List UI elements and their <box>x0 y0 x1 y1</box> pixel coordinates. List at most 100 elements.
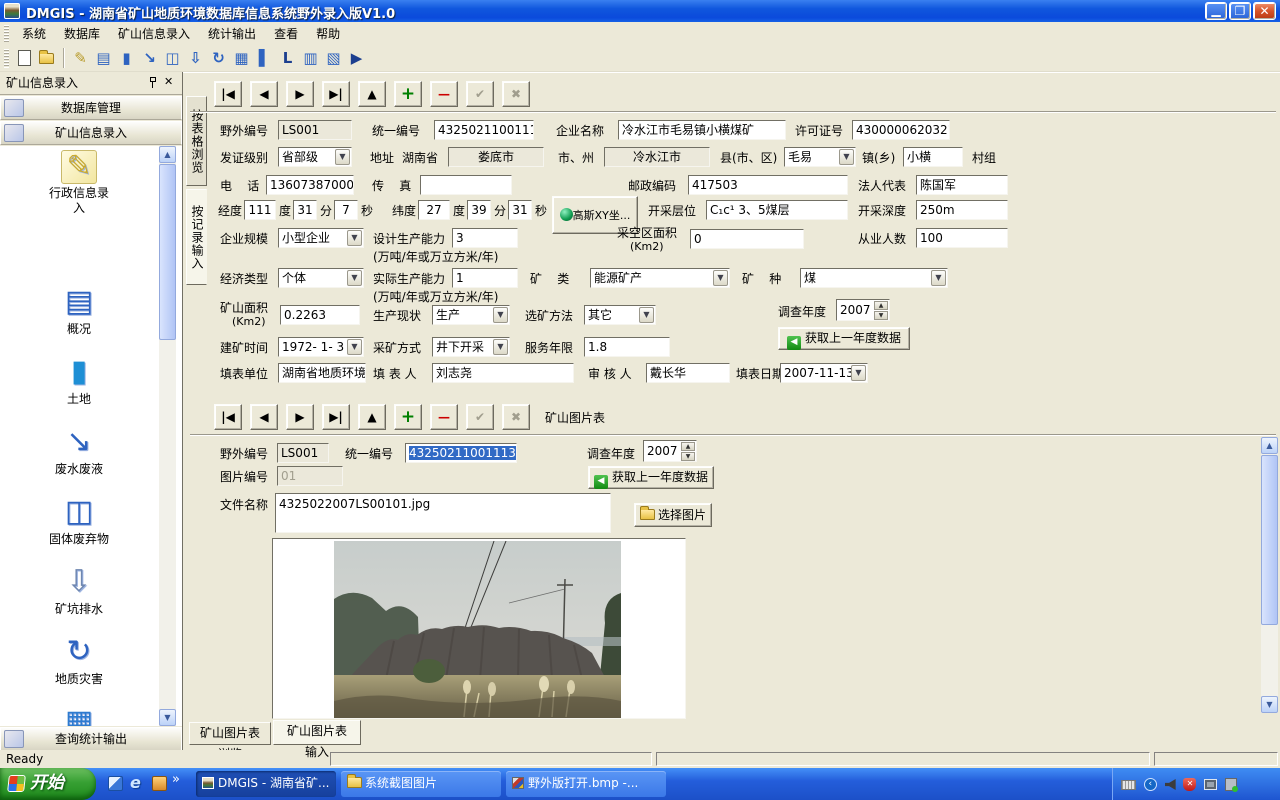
nav1-last-button[interactable]: ▶| <box>322 81 350 107</box>
mining-depth-input[interactable]: 250m <box>916 200 1008 220</box>
menu-view[interactable]: 查看 <box>265 23 307 44</box>
pin-icon[interactable] <box>148 76 158 88</box>
sidebar-close-icon[interactable]: ✕ <box>164 75 173 88</box>
production-status-dropdown[interactable]: 生产▼ <box>432 305 510 325</box>
scroll-thumb[interactable] <box>159 164 176 340</box>
prefecture-input[interactable]: 冷水江市 <box>604 147 710 167</box>
overview-icon[interactable]: ▤ <box>93 47 114 69</box>
menu-help[interactable]: 帮助 <box>307 23 349 44</box>
mine-area-input[interactable]: 0.2263 <box>280 305 360 325</box>
latitude-deg-input[interactable]: 27 <box>418 200 450 220</box>
nav1-cancel-button[interactable]: ✖ <box>502 81 530 107</box>
admin-entry-icon[interactable]: ✎ <box>70 47 91 69</box>
group-mine-info-entry[interactable]: 矿山信息录入 <box>0 121 182 145</box>
survey-year-spinner[interactable]: 2007 ▲ ▼ <box>643 440 697 462</box>
nav1-next-button[interactable]: ▶ <box>286 81 314 107</box>
new-icon[interactable] <box>14 47 35 69</box>
nav2-cancel-button[interactable]: ✖ <box>502 404 530 430</box>
group-query-stat-output[interactable]: 查询统计输出 <box>0 727 182 751</box>
sidebar-item-geo-hazard[interactable]: ↻ 地质灾害 <box>14 636 144 687</box>
field-no-input[interactable]: LS001 <box>277 443 329 463</box>
nav1-up-button[interactable]: ▲ <box>358 81 386 107</box>
wastewater-icon[interactable]: ↘ <box>139 47 160 69</box>
legal-rep-input[interactable]: 陈国军 <box>916 175 1008 195</box>
latitude-min-input[interactable]: 39 <box>467 200 491 220</box>
spin-down-icon[interactable]: ▼ <box>681 452 695 461</box>
nav2-up-button[interactable]: ▲ <box>358 404 386 430</box>
sidebar-item-land-survey[interactable]: ▦ 土地调查 <box>14 706 144 726</box>
nav2-post-button[interactable]: ✔ <box>466 404 494 430</box>
fax-input[interactable] <box>420 175 512 195</box>
get-prev-year-button[interactable]: ◀获取上一年度数据 <box>778 327 910 350</box>
get-prev-year-button[interactable]: ◀获取上一年度数据 <box>588 466 714 489</box>
volume-tray-icon[interactable] <box>1165 779 1176 790</box>
dropdown-arrow-icon[interactable]: ▼ <box>347 270 362 286</box>
town-input[interactable]: 小横 <box>903 147 963 167</box>
nav2-delete-button[interactable]: — <box>430 404 458 430</box>
dressing-method-dropdown[interactable]: 其它▼ <box>584 305 656 325</box>
dropdown-arrow-icon[interactable]: ▼ <box>639 307 654 323</box>
mine-kind-dropdown[interactable]: 煤▼ <box>800 268 948 288</box>
nav2-prev-button[interactable]: ◀ <box>250 404 278 430</box>
employees-input[interactable]: 100 <box>916 228 1008 248</box>
dropdown-arrow-icon[interactable]: ▼ <box>931 270 946 286</box>
build-time-dropdown[interactable]: 1972- 1- 3▼ <box>278 337 364 357</box>
pit-drainage-icon[interactable]: ⇩ <box>185 47 206 69</box>
sidebar-item-overview[interactable]: ▤ 概况 <box>14 286 144 337</box>
field-no-input[interactable]: LS001 <box>278 120 352 140</box>
sidebar-item-admin-entry[interactable]: ✎ 行政信息录入 <box>14 150 144 216</box>
phone-input[interactable]: 13607387000 <box>266 175 354 195</box>
security-shield-tray-icon[interactable]: ✕ <box>1183 778 1196 791</box>
quicklaunch-desktop-icon[interactable] <box>108 776 123 791</box>
vtab-table-browse[interactable]: 按表格浏览 <box>186 96 207 186</box>
exit-icon[interactable]: ▶ <box>346 47 367 69</box>
choose-picture-button[interactable]: 选择图片 <box>634 503 712 527</box>
postcode-input[interactable]: 417503 <box>688 175 848 195</box>
land-icon[interactable]: ▮ <box>116 47 137 69</box>
nav1-first-button[interactable]: |◀ <box>214 81 242 107</box>
economic-type-dropdown[interactable]: 个体▼ <box>278 268 364 288</box>
license-input[interactable]: 4300000620321 <box>852 120 950 140</box>
restore-button[interactable]: ❐ <box>1229 2 1251 20</box>
longitude-min-input[interactable]: 31 <box>293 200 317 220</box>
longitude-deg-input[interactable]: 111 <box>244 200 276 220</box>
sidebar-item-solid-waste[interactable]: ◫ 固体废弃物 <box>14 496 144 547</box>
group-database-mgmt[interactable]: 数据库管理 <box>0 96 182 120</box>
dropdown-arrow-icon[interactable]: ▼ <box>493 339 508 355</box>
content-scrollbar[interactable]: ▲ ▼ <box>1261 437 1278 713</box>
survey-year-spinner[interactable]: 2007 ▲ ▼ <box>836 299 890 321</box>
county-dropdown[interactable]: 毛易▼ <box>784 147 856 167</box>
fill-unit-input[interactable]: 湖南省地质环境 <box>278 363 366 383</box>
unified-no-input[interactable]: 43250211001113 <box>405 443 517 463</box>
actual-capacity-input[interactable]: 1 <box>452 268 518 288</box>
scroll-thumb[interactable] <box>1261 455 1278 625</box>
dropdown-arrow-icon[interactable]: ▼ <box>347 339 362 355</box>
minimize-button[interactable]: ▁ <box>1205 2 1227 20</box>
quicklaunch-app-icon[interactable] <box>152 776 167 791</box>
nav2-first-button[interactable]: |◀ <box>214 404 242 430</box>
scroll-up-icon[interactable]: ▲ <box>159 146 176 163</box>
start-button[interactable]: 开始 <box>0 768 96 800</box>
nav2-last-button[interactable]: ▶| <box>322 404 350 430</box>
fill-date-dropdown[interactable]: 2007-11-13▼ <box>780 363 868 383</box>
sidebar-scrollbar[interactable]: ▲ ▼ <box>159 146 176 726</box>
scroll-down-icon[interactable]: ▼ <box>159 709 176 726</box>
buildings-icon[interactable]: ▥ <box>300 47 321 69</box>
menu-system[interactable]: 系统 <box>13 23 55 44</box>
sidebar-item-pit-drainage[interactable]: ⇩ 矿坑排水 <box>14 566 144 617</box>
land-survey-icon[interactable]: ▦ <box>231 47 252 69</box>
bluetooth-tray-icon[interactable]: ‹ <box>1144 778 1157 791</box>
taskbar-task-dmgis[interactable]: DMGIS - 湖南省矿... <box>196 771 336 797</box>
fill-person-input[interactable]: 刘志尧 <box>432 363 574 383</box>
nav1-prev-button[interactable]: ◀ <box>250 81 278 107</box>
tab-picture-browse[interactable]: 矿山图片表浏览 <box>189 722 271 745</box>
file-name-input[interactable]: 4325022007LS00101.jpg <box>275 493 611 533</box>
city-input[interactable]: 娄底市 <box>448 147 544 167</box>
host-tray-icon[interactable] <box>1225 778 1237 791</box>
scroll-up-icon[interactable]: ▲ <box>1261 437 1278 454</box>
quicklaunch-ie-icon[interactable]: e <box>130 773 141 792</box>
vtab-record-input[interactable]: 按记录输入 <box>186 189 207 285</box>
dropdown-arrow-icon[interactable]: ▼ <box>851 365 866 381</box>
geo-hazard-icon[interactable]: ↻ <box>208 47 229 69</box>
dropdown-arrow-icon[interactable]: ▼ <box>713 270 728 286</box>
